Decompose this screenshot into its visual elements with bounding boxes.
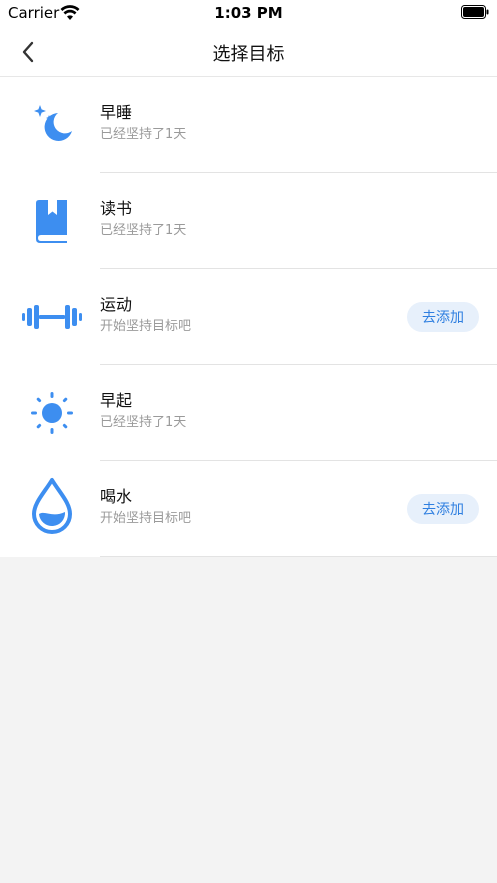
goal-subtitle: 已经坚持了1天 (100, 415, 187, 430)
goal-item-exercise[interactable]: 运动 开始坚持目标吧 去添加 (0, 269, 497, 365)
goal-subtitle: 已经坚持了1天 (100, 127, 187, 142)
goal-item-early-sleep[interactable]: 早睡 已经坚持了1天 (0, 77, 497, 173)
page-title: 选择目标 (212, 44, 285, 65)
book-icon (20, 197, 84, 245)
goal-subtitle: 开始坚持目标吧 (100, 511, 192, 526)
goal-title: 运动 (100, 295, 133, 314)
moon-stars-icon (20, 101, 84, 149)
battery-icon (461, 5, 489, 19)
goal-list: 早睡 已经坚持了1天 读书 已经坚持了1天 运动 开始坚持目标吧 去添加 早起 … (0, 77, 497, 557)
status-bar: Carrier 1:03 PM (0, 0, 497, 28)
dumbbell-icon (20, 293, 84, 341)
goal-title: 早睡 (100, 103, 133, 122)
navigation-bar: 选择目标 (0, 28, 497, 77)
goal-item-drink-water[interactable]: 喝水 开始坚持目标吧 去添加 (0, 461, 497, 557)
sun-icon (20, 389, 84, 437)
goal-item-reading[interactable]: 读书 已经坚持了1天 (0, 173, 497, 269)
goal-subtitle: 开始坚持目标吧 (100, 319, 192, 334)
goal-title: 读书 (100, 199, 133, 218)
goal-title: 早起 (100, 391, 133, 410)
add-goal-button[interactable]: 去添加 (407, 494, 479, 524)
add-goal-button[interactable]: 去添加 (407, 302, 479, 332)
goal-subtitle: 已经坚持了1天 (100, 223, 187, 238)
divider (100, 556, 497, 557)
goal-item-early-rise[interactable]: 早起 已经坚持了1天 (0, 365, 497, 461)
goal-title: 喝水 (100, 487, 133, 506)
clock: 1:03 PM (214, 4, 283, 22)
water-drop-icon (20, 478, 84, 534)
